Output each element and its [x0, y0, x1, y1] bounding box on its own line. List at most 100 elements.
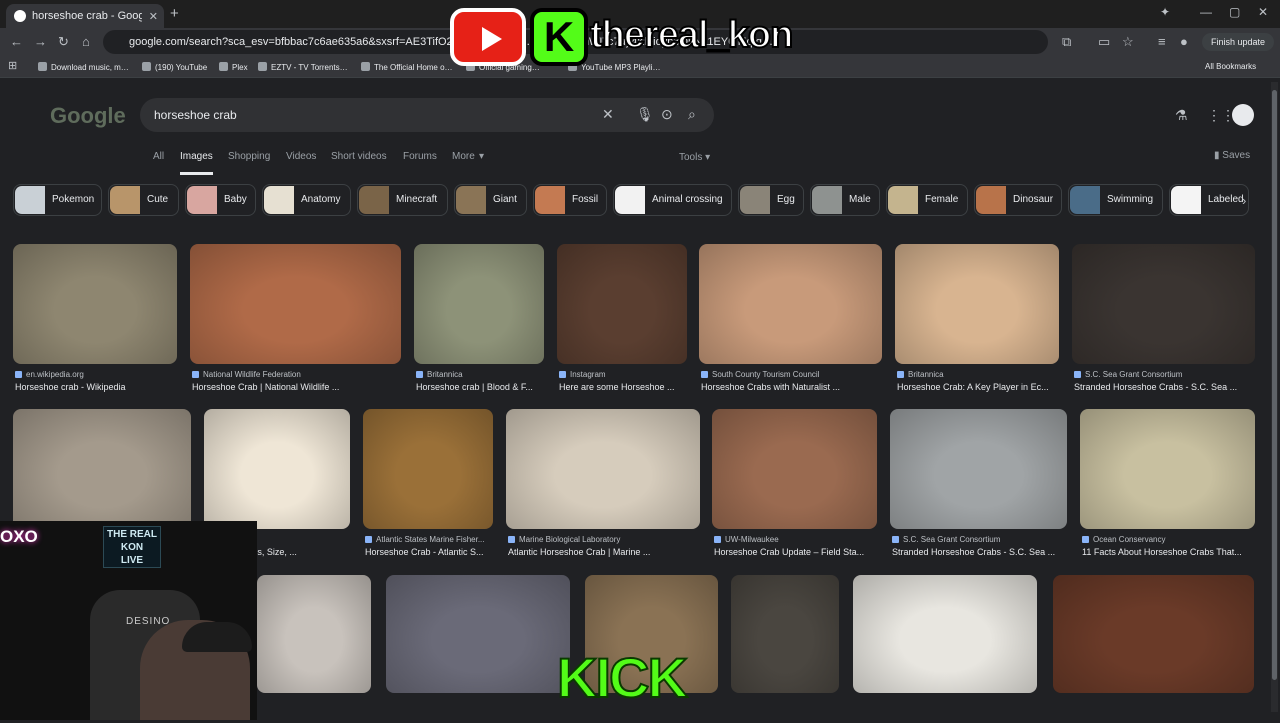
result-thumbnail[interactable]: [1080, 409, 1255, 529]
all-bookmarks[interactable]: All Bookmarks: [1205, 62, 1256, 71]
chip-pokemon[interactable]: Pokemon: [13, 184, 102, 216]
result-source[interactable]: Marine Biological Laboratory: [508, 535, 698, 544]
image-result[interactable]: Ocean Conservancy 11 Facts About Horsesho…: [1080, 409, 1255, 559]
result-title[interactable]: 11 Facts About Horseshoe Crabs That...: [1082, 547, 1253, 557]
result-source[interactable]: en.wikipedia.org: [15, 370, 175, 379]
result-thumbnail[interactable]: [204, 409, 350, 529]
result-source[interactable]: National Wildlife Federation: [192, 370, 399, 379]
image-result[interactable]: Atlantic States Marine Fisher... Horsesho…: [363, 409, 493, 559]
image-result[interactable]: [386, 575, 570, 723]
image-result[interactable]: en.wikipedia.org Horseshoe crab - Wikiped…: [13, 244, 177, 394]
image-result[interactable]: S.C. Sea Grant Consortium Stranded Horses…: [1072, 244, 1255, 394]
extensions-icon[interactable]: ⧉: [1062, 34, 1071, 50]
tools-button[interactable]: Tools ▾: [679, 152, 710, 163]
reload-icon[interactable]: ↻: [58, 34, 69, 50]
home-icon[interactable]: ⌂: [82, 34, 90, 49]
result-source[interactable]: Ocean Conservancy: [1082, 535, 1253, 544]
result-source[interactable]: UW-Milwaukee: [714, 535, 875, 544]
google-apps-icon[interactable]: ⋮⋮: [1207, 107, 1235, 124]
chip-male[interactable]: Male: [810, 184, 880, 216]
result-title[interactable]: Horseshoe Crab - Atlantic S...: [365, 547, 491, 557]
result-thumbnail[interactable]: [890, 409, 1067, 529]
bookmark-item[interactable]: The Official Home o…: [361, 62, 453, 72]
result-title[interactable]: Horseshoe Crabs with Naturalist ...: [701, 382, 880, 392]
result-thumbnail[interactable]: [853, 575, 1037, 693]
result-title[interactable]: Horseshoe Crab | National Wildlife ...: [192, 382, 399, 392]
result-source[interactable]: S.C. Sea Grant Consortium: [892, 535, 1065, 544]
reading-list-icon[interactable]: ≡: [1158, 34, 1166, 49]
result-source[interactable]: Instagram: [559, 370, 685, 379]
result-thumbnail[interactable]: [506, 409, 700, 529]
chip-swimming[interactable]: Swimming: [1068, 184, 1163, 216]
chip-baby[interactable]: Baby: [185, 184, 256, 216]
result-title[interactable]: Horseshoe crab - Wikipedia: [15, 382, 175, 392]
forward-icon[interactable]: →: [34, 34, 47, 49]
chip-giant[interactable]: Giant: [454, 184, 527, 216]
image-result[interactable]: [731, 575, 839, 723]
chip-egg[interactable]: Egg: [738, 184, 804, 216]
chip-animal-crossing[interactable]: Animal crossing: [613, 184, 732, 216]
result-thumbnail[interactable]: [386, 575, 570, 693]
result-title[interactable]: Horseshoe crab | Blood & F...: [416, 382, 542, 392]
chip-female[interactable]: Female: [886, 184, 968, 216]
image-result[interactable]: South County Tourism Council Horseshoe Cr…: [699, 244, 882, 394]
tab-forums[interactable]: Forums: [403, 151, 437, 162]
result-thumbnail[interactable]: [13, 409, 191, 529]
image-result[interactable]: National Wildlife Federation Horseshoe Cr…: [190, 244, 401, 394]
chip-dinosaur[interactable]: Dinosaur: [974, 184, 1062, 216]
tab-videos[interactable]: Videos: [286, 151, 316, 162]
result-source[interactable]: Atlantic States Marine Fisher...: [365, 535, 491, 544]
result-thumbnail[interactable]: [699, 244, 882, 364]
tab-more[interactable]: More: [452, 151, 475, 162]
chip-labeled[interactable]: Labeled: [1169, 184, 1249, 216]
result-thumbnail[interactable]: [414, 244, 544, 364]
finish-update-button[interactable]: Finish update: [1202, 33, 1274, 51]
back-icon[interactable]: ←: [10, 34, 23, 49]
bookmark-star-icon[interactable]: ☆: [1122, 34, 1134, 50]
image-result[interactable]: [257, 575, 371, 723]
image-result[interactable]: Britannica Horseshoe crab | Blood & F...: [414, 244, 544, 394]
bookmark-item[interactable]: (190) YouTube: [142, 62, 207, 72]
search-input[interactable]: horseshoe crab: [140, 98, 714, 132]
image-result[interactable]: [853, 575, 1037, 723]
result-title[interactable]: Stranded Horseshoe Crabs - S.C. Sea ...: [1074, 382, 1253, 392]
result-thumbnail[interactable]: [731, 575, 839, 693]
cast-icon[interactable]: ▭: [1098, 34, 1110, 50]
image-result[interactable]: UW-Milwaukee Horseshoe Crab Update – Fiel…: [712, 409, 877, 559]
new-tab-icon[interactable]: +: [170, 5, 179, 22]
clear-search-icon[interactable]: ✕: [602, 106, 614, 123]
result-title[interactable]: Here are some Horseshoe ...: [559, 382, 685, 392]
bookmark-item[interactable]: Download music, m…: [38, 62, 129, 72]
result-source[interactable]: S.C. Sea Grant Consortium: [1074, 370, 1253, 379]
image-result[interactable]: Marine Biological Laboratory Atlantic Hor…: [506, 409, 700, 559]
tab-images[interactable]: Images: [180, 151, 213, 175]
result-thumbnail[interactable]: [557, 244, 687, 364]
chip-anatomy[interactable]: Anatomy: [262, 184, 351, 216]
image-result[interactable]: [1053, 575, 1254, 723]
result-title[interactable]: Stranded Horseshoe Crabs - S.C. Sea ...: [892, 547, 1065, 557]
profile-icon[interactable]: ●: [1180, 34, 1188, 49]
result-thumbnail[interactable]: [712, 409, 877, 529]
minimize-icon[interactable]: —: [1200, 5, 1212, 19]
saves-button[interactable]: ▮ Saves: [1214, 150, 1250, 161]
apps-grid-icon[interactable]: ⊞: [8, 59, 17, 72]
lens-icon[interactable]: ⊙: [661, 106, 673, 123]
google-logo[interactable]: Google: [50, 103, 126, 129]
tab-shopping[interactable]: Shopping: [228, 151, 270, 162]
result-thumbnail[interactable]: [13, 244, 177, 364]
image-result[interactable]: Instagram Here are some Horseshoe ...: [557, 244, 687, 394]
bookmark-item[interactable]: EZTV - TV Torrents…: [258, 62, 348, 72]
result-source[interactable]: Britannica: [416, 370, 542, 379]
result-thumbnail[interactable]: [1072, 244, 1255, 364]
scrollbar-thumb[interactable]: [1272, 90, 1277, 680]
chevron-right-icon[interactable]: ›: [1242, 193, 1246, 208]
browser-tab[interactable]: horseshoe crab - Google Search ✕: [6, 4, 164, 28]
microphone-icon[interactable]: 🎙: [636, 106, 654, 123]
gemini-icon[interactable]: ✦: [1160, 5, 1170, 19]
close-tab-icon[interactable]: ✕: [149, 10, 158, 23]
result-title[interactable]: Horseshoe Crab Update – Field Sta...: [714, 547, 875, 557]
image-result[interactable]: S.C. Sea Grant Consortium Stranded Horses…: [890, 409, 1067, 559]
result-thumbnail[interactable]: [1053, 575, 1254, 693]
chip-cute[interactable]: Cute: [108, 184, 179, 216]
chip-minecraft[interactable]: Minecraft: [357, 184, 448, 216]
